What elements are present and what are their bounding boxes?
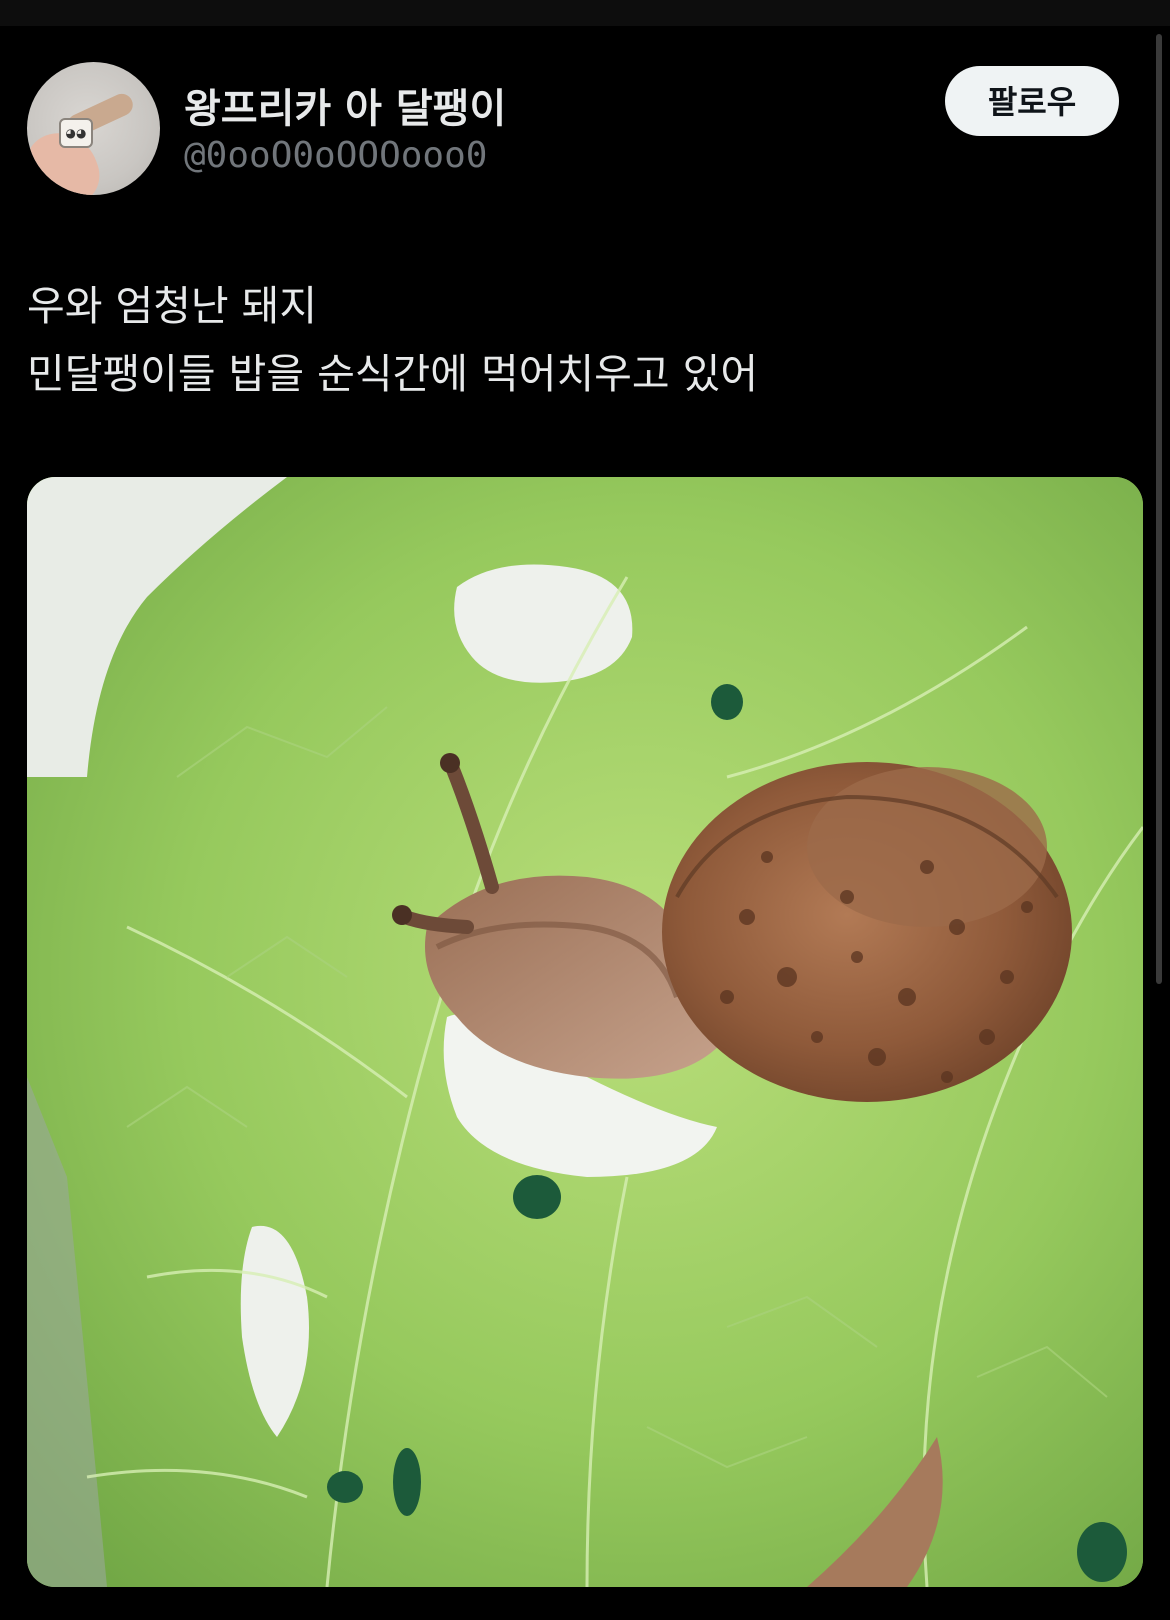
tweet-line-2: 민달팽이들 밥을 순식간에 먹어치우고 있어 (27, 350, 759, 398)
tweet-text: 우와 엄청난 돼지 민달팽이들 밥을 순식간에 먹어치우고 있어 (27, 272, 1127, 408)
tweet-line-1: 우와 엄청난 돼지 (27, 282, 318, 330)
snail-on-lettuce-photo (27, 477, 1143, 1587)
snail-avatar-icon: ◕◕ (59, 118, 93, 148)
scrollbar[interactable] (1156, 34, 1162, 984)
tweet-media-image[interactable] (27, 477, 1143, 1587)
avatar[interactable]: ◕◕ (27, 62, 160, 195)
follow-button[interactable]: 팔로우 (945, 66, 1119, 136)
status-bar (0, 0, 1170, 26)
user-handle[interactable]: @0ooO0oOOOooo0 (184, 135, 487, 176)
display-name[interactable]: 왕프리카 아 달팽이 (184, 76, 506, 134)
